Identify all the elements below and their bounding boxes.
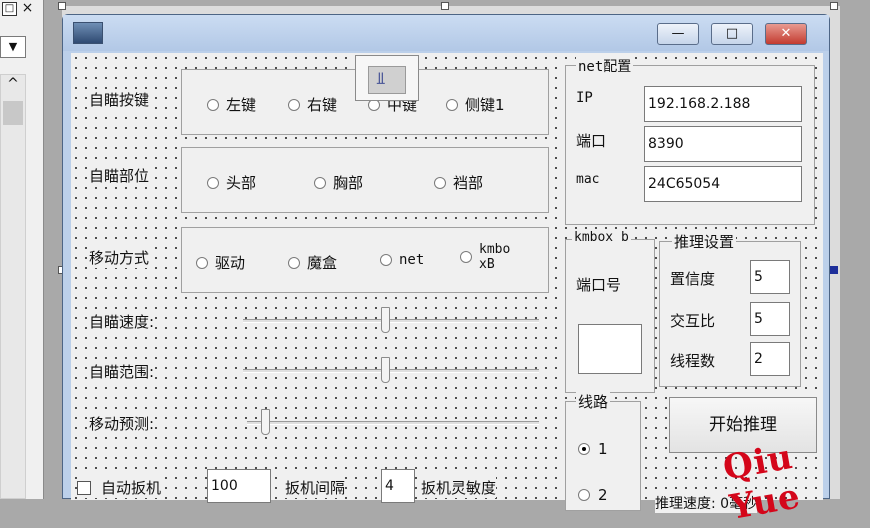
port-input[interactable]: 8390	[644, 126, 802, 162]
line-group: 线路 1 2	[565, 391, 641, 511]
aim-part-group: 头部 胸部 裆部	[181, 147, 549, 213]
checkbox-icon	[77, 480, 91, 495]
iou-label: 交互比	[670, 310, 716, 331]
maximize-button[interactable]: □	[711, 23, 753, 45]
dropdown-arrow-icon[interactable]: ▼	[0, 36, 26, 58]
line-title: 线路	[576, 391, 611, 412]
component-icon[interactable]: ⫫	[355, 55, 419, 101]
radio-icon	[288, 256, 300, 269]
inference-group: 推理设置 置信度 5 交互比 5 线程数 2	[659, 231, 801, 387]
trigger-sensitivity-label: 扳机灵敏度	[421, 477, 497, 498]
radio-icon	[446, 98, 458, 111]
slider-thumb[interactable]	[261, 409, 270, 435]
radio-icon	[196, 256, 208, 269]
kmbox-title: kmbox b	[572, 230, 631, 245]
aim-key-label: 自瞄按键	[89, 89, 150, 110]
iou-input[interactable]: 5	[750, 302, 790, 336]
aim-key-left-radio[interactable]: 左键	[207, 94, 257, 115]
kmbox-line-1: kmbo	[479, 242, 511, 257]
radio-icon	[207, 176, 219, 189]
threads-label: 线程数	[670, 350, 716, 371]
aim-key-right-radio[interactable]: 右键	[288, 94, 338, 115]
aim-speed-slider[interactable]	[243, 307, 539, 335]
net-config-group: net配置 IP 192.168.2.188 端口 8390 mac 24C65…	[565, 56, 815, 225]
connector-icon: ⫫	[376, 69, 386, 89]
kmbox-line-2: xB	[479, 257, 495, 272]
radio-icon	[460, 251, 472, 263]
kmbox-group: kmbox b 端口号	[565, 230, 655, 393]
slider-track	[247, 421, 539, 425]
kmbox-port-label: 端口号	[576, 274, 622, 295]
resize-handle-selected[interactable]	[830, 266, 838, 274]
aim-part-head-radio[interactable]: 头部	[207, 172, 257, 193]
scroll-up-icon[interactable]: ^	[1, 75, 25, 93]
auto-trigger-checkbox[interactable]: 自动扳机	[77, 477, 162, 498]
restore-icon[interactable]: □	[2, 2, 17, 16]
aim-range-label: 自瞄范围:	[89, 361, 155, 382]
close-icon[interactable]: ×	[20, 1, 35, 16]
inference-title: 推理设置	[672, 231, 737, 252]
line-2-radio[interactable]: 2	[578, 486, 608, 504]
net-config-title: net配置	[576, 56, 634, 76]
resize-handle[interactable]	[830, 2, 838, 10]
move-mode-magicbox-radio[interactable]: 魔盒	[288, 252, 338, 273]
close-button[interactable]: ✕	[765, 23, 807, 45]
radio-icon	[380, 254, 392, 266]
ide-scrollbar[interactable]: ^	[0, 74, 26, 499]
form-client-area: 自瞄按键 左键 右键 中键 侧键1 ⫫ 自瞄部位 头部 胸部 裆部 移动方式 驱…	[71, 53, 823, 513]
line-1-radio[interactable]: 1	[578, 440, 608, 458]
slider-track	[243, 369, 539, 373]
move-mode-kmbox-radio[interactable]: kmbo xB	[460, 242, 511, 272]
move-mode-group: 驱动 魔盒 net kmbo xB	[181, 227, 549, 293]
trigger-interval-input[interactable]: 100	[207, 469, 271, 503]
aim-part-label: 自瞄部位	[89, 165, 150, 186]
slider-track	[243, 319, 539, 323]
radio-icon	[314, 176, 326, 189]
resize-handle[interactable]	[58, 2, 66, 10]
mac-input[interactable]: 24C65054	[644, 166, 802, 202]
mac-label: mac	[576, 172, 600, 187]
aim-part-chest-radio[interactable]: 胸部	[314, 172, 364, 193]
ide-side-panel: □ × ▼ ^	[0, 0, 44, 499]
slider-thumb[interactable]	[381, 307, 390, 333]
kmbox-port-input[interactable]	[578, 324, 642, 374]
minimize-button[interactable]: —	[657, 23, 699, 45]
radio-icon	[578, 443, 590, 455]
slider-thumb[interactable]	[381, 357, 390, 383]
title-bar: — □ ✕	[63, 15, 829, 51]
aim-speed-label: 自瞄速度:	[89, 311, 155, 332]
scroll-thumb[interactable]	[3, 101, 23, 125]
move-mode-net-radio[interactable]: net	[380, 252, 425, 268]
ip-input[interactable]: 192.168.2.188	[644, 86, 802, 122]
app-icon	[73, 22, 103, 44]
app-window: — □ ✕ 自瞄按键 左键 右键 中键 侧键1 ⫫ 自瞄部位 头部 胸部 裆部 …	[62, 14, 830, 513]
radio-icon	[578, 489, 590, 501]
confidence-label: 置信度	[670, 268, 716, 289]
port-label: 端口	[576, 130, 607, 151]
move-mode-driver-radio[interactable]: 驱动	[196, 252, 246, 273]
radio-icon	[288, 98, 300, 111]
aim-key-side-radio[interactable]: 侧键1	[446, 94, 505, 115]
confidence-input[interactable]: 5	[750, 260, 790, 294]
trigger-interval-label: 扳机间隔	[285, 477, 346, 498]
threads-input[interactable]: 2	[750, 342, 790, 376]
radio-icon	[434, 176, 446, 189]
aim-range-slider[interactable]	[243, 357, 539, 385]
aim-part-crotch-radio[interactable]: 裆部	[434, 172, 484, 193]
trigger-sensitivity-input[interactable]: 4	[381, 469, 415, 503]
move-mode-label: 移动方式	[89, 247, 150, 268]
radio-icon	[207, 98, 219, 111]
move-predict-label: 移动预测:	[89, 413, 155, 434]
ip-label: IP	[576, 90, 593, 106]
resize-handle[interactable]	[441, 2, 449, 10]
move-predict-slider[interactable]	[247, 409, 539, 437]
